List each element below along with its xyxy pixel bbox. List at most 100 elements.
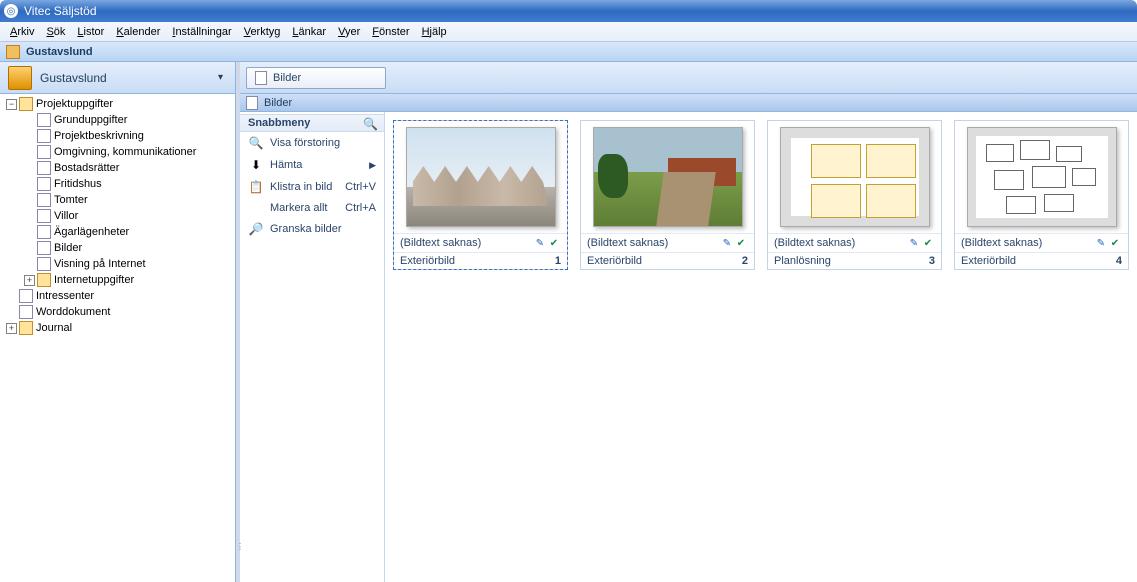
page-icon	[19, 305, 33, 319]
menu-sök[interactable]: Sök	[40, 24, 71, 40]
tree-item[interactable]: Omgivning, kommunikationer	[2, 144, 233, 160]
bilder-button[interactable]: Bilder	[246, 67, 386, 89]
titlebar: ◎ Vitec Säljstöd	[0, 0, 1137, 22]
thumbnail-caption: (Bildtext saknas)	[400, 237, 533, 249]
tree-item[interactable]: Bostadsrätter	[2, 160, 233, 176]
globe-icon[interactable]: ✔	[1108, 236, 1122, 250]
tree-item[interactable]: Intressenter	[2, 288, 233, 304]
thumbnail-image[interactable]	[768, 121, 941, 233]
thumbnail-card[interactable]: (Bildtext saknas)✎✔Planlösning3	[767, 120, 942, 270]
tree-item[interactable]: Bilder	[2, 240, 233, 256]
splitter-grip-icon: ⋮	[236, 542, 240, 551]
page-icon	[255, 71, 267, 85]
thumbnail-type-row: Exteriörbild2	[581, 252, 754, 269]
page-icon	[246, 96, 258, 110]
sub-header-title: Bilder	[264, 97, 292, 109]
page-icon	[37, 209, 51, 223]
tree-item-label: Bostadsrätter	[54, 162, 119, 174]
thumbnail-caption: (Bildtext saknas)	[587, 237, 720, 249]
menu-fönster[interactable]: Fönster	[366, 24, 415, 40]
tree-item[interactable]: Ägarlägenheter	[2, 224, 233, 240]
globe-icon[interactable]: ✔	[547, 236, 561, 250]
tree-item[interactable]: Projektbeskrivning	[2, 128, 233, 144]
tree-item[interactable]: − Projektuppgifter	[2, 96, 233, 112]
quick-menu-item[interactable]: Markera alltCtrl+A	[240, 198, 384, 218]
tree-item-label: Bilder	[54, 242, 82, 254]
edit-icon[interactable]: ✎	[720, 236, 734, 250]
thumbnail-caption-row: (Bildtext saknas)✎✔	[768, 233, 941, 252]
menubar: ArkivSökListorKalenderInställningarVerkt…	[0, 22, 1137, 42]
page-icon	[37, 145, 51, 159]
content-area: Snabbmeny 🔍 🔍Visa förstoring⬇Hämta▶📋Klis…	[240, 112, 1137, 582]
thumbnail-type: Exteriörbild	[961, 255, 1112, 267]
tree-item-label: Villor	[54, 210, 78, 222]
thumbnail-image[interactable]	[581, 121, 754, 233]
tree-toggle-icon[interactable]: +	[6, 323, 17, 334]
quick-menu-item[interactable]: 🔎Granska bilder	[240, 218, 384, 240]
project-title: Gustavslund	[40, 71, 214, 85]
menu-arkiv[interactable]: Arkiv	[4, 24, 40, 40]
right-panel: Bilder Bilder Snabbmeny 🔍 🔍Visa förstori…	[240, 62, 1137, 582]
chevron-right-icon: ▶	[369, 160, 376, 171]
tree-item-label: Tomter	[54, 194, 88, 206]
quick-menu-label: Visa förstoring	[270, 137, 376, 149]
globe-icon[interactable]: ✔	[921, 236, 935, 250]
page-icon	[37, 113, 51, 127]
thumbnail-type: Planlösning	[774, 255, 925, 267]
quick-menu-title: Snabbmeny 🔍	[240, 114, 384, 132]
thumbnail-caption-row: (Bildtext saknas)✎✔	[394, 233, 567, 252]
menu-kalender[interactable]: Kalender	[110, 24, 166, 40]
folder-icon	[37, 273, 51, 287]
nav-tree[interactable]: − Projektuppgifter Grunduppgifter Projektbe…	[0, 94, 235, 582]
thumbnail-image[interactable]	[394, 121, 567, 233]
tree-item[interactable]: Visning på Internet	[2, 256, 233, 272]
menu-verktyg[interactable]: Verktyg	[238, 24, 287, 40]
quick-menu-item[interactable]: ⬇Hämta▶	[240, 154, 384, 176]
thumbnail-grid: (Bildtext saknas)✎✔Exteriörbild1(Bildtex…	[385, 112, 1137, 582]
menu-listor[interactable]: Listor	[71, 24, 110, 40]
thumbnail-image[interactable]	[955, 121, 1128, 233]
tree-item[interactable]: Grunduppgifter	[2, 112, 233, 128]
tree-item[interactable]: +Journal	[2, 320, 233, 336]
page-icon	[37, 241, 51, 255]
sub-header: Bilder	[240, 94, 1137, 112]
thumbnail-card[interactable]: (Bildtext saknas)✎✔ Exteriörbild 4	[954, 120, 1129, 270]
menu-vyer[interactable]: Vyer	[332, 24, 366, 40]
quick-menu-icon: 📋	[248, 180, 264, 194]
quick-menu-item[interactable]: 🔍Visa förstoring	[240, 132, 384, 154]
thumbnail-caption-row: (Bildtext saknas)✎✔	[955, 233, 1128, 252]
magnifier-icon[interactable]: 🔍	[363, 117, 378, 131]
page-icon	[37, 161, 51, 175]
menu-länkar[interactable]: Länkar	[286, 24, 332, 40]
menu-inställningar[interactable]: Inställningar	[166, 24, 237, 40]
tree-item-label: Projektbeskrivning	[54, 130, 144, 142]
page-icon	[19, 289, 33, 303]
tree-item-label: Projektuppgifter	[36, 98, 113, 110]
tree-item[interactable]: Villor	[2, 208, 233, 224]
quick-menu-item[interactable]: 📋Klistra in bildCtrl+V	[240, 176, 384, 198]
thumbnail-type-row: Exteriörbild 4	[955, 252, 1128, 269]
project-icon	[8, 66, 32, 90]
globe-icon[interactable]: ✔	[734, 236, 748, 250]
tree-toggle-icon[interactable]: +	[24, 275, 35, 286]
thumbnail-number: 2	[742, 255, 748, 267]
edit-icon[interactable]: ✎	[907, 236, 921, 250]
quick-menu-shortcut: Ctrl+A	[345, 202, 376, 214]
tree-item[interactable]: +Internetuppgifter	[2, 272, 233, 288]
tree-item[interactable]: Fritidshus	[2, 176, 233, 192]
dropdown-icon[interactable]: ▾	[214, 72, 227, 83]
tree-item[interactable]: Worddokument	[2, 304, 233, 320]
tree-item[interactable]: Tomter	[2, 192, 233, 208]
thumbnail-card[interactable]: (Bildtext saknas)✎✔ Exteriörbild2	[580, 120, 755, 270]
edit-icon[interactable]: ✎	[1094, 236, 1108, 250]
thumbnail-caption: (Bildtext saknas)	[774, 237, 907, 249]
thumbnail-card[interactable]: (Bildtext saknas)✎✔Exteriörbild1	[393, 120, 568, 270]
edit-icon[interactable]: ✎	[533, 236, 547, 250]
left-header[interactable]: Gustavslund ▾	[0, 62, 235, 94]
thumbnail-number: 4	[1116, 255, 1122, 267]
tree-toggle-icon[interactable]: −	[6, 99, 17, 110]
menu-hjälp[interactable]: Hjälp	[416, 24, 453, 40]
page-icon	[37, 193, 51, 207]
tree-item-label: Fritidshus	[54, 178, 102, 190]
folder-icon	[19, 321, 33, 335]
